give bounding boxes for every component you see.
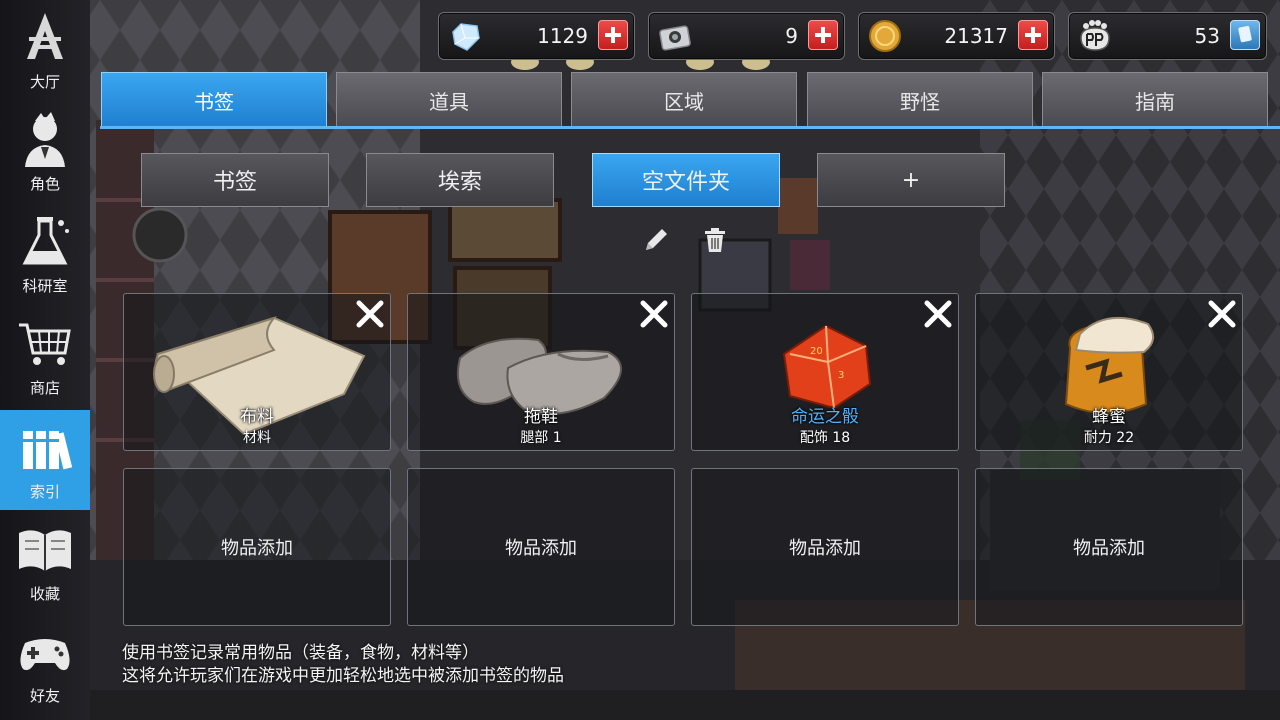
card-icon xyxy=(1238,25,1252,43)
gold-coin-icon xyxy=(869,20,901,52)
folder-bookmarks[interactable]: 书签 xyxy=(141,153,329,207)
nav-label: 索引 xyxy=(29,483,60,501)
crystal-icon xyxy=(452,23,480,51)
ticket-icon xyxy=(659,25,691,51)
nav-label: 角色 xyxy=(29,175,60,193)
remove-item-icon[interactable] xyxy=(922,298,954,330)
side-navigation: 大厅 角色 科研室 商店 索引 收藏 好友 xyxy=(0,0,90,720)
character-icon xyxy=(25,112,65,167)
tab-items[interactable]: 道具 xyxy=(336,72,562,128)
tab-bookmarks[interactable]: 书签 xyxy=(101,72,327,128)
item-card-slippers[interactable]: 拖鞋 腿部 1 xyxy=(407,293,675,451)
item-name: 命运之骰 xyxy=(791,407,859,427)
add-item-slot[interactable]: 物品添加 xyxy=(975,468,1243,626)
add-item-slot[interactable]: 物品添加 xyxy=(407,468,675,626)
bp-count: 53 xyxy=(1194,24,1220,48)
hint-line-2: 这将允许玩家们在游戏中更加轻松地选中被添加书签的物品 xyxy=(122,666,564,686)
lobby-logo-icon xyxy=(27,13,63,59)
item-name: 拖鞋 xyxy=(524,407,558,427)
item-card-fate-dice[interactable]: 20 3 命运之骰 配饰 18 xyxy=(691,293,959,451)
nav-label: 好友 xyxy=(29,687,60,705)
nav-item-lobby[interactable]: 大厅 xyxy=(0,0,90,100)
currency-gold: 21317 xyxy=(858,12,1055,60)
item-name: 布料 xyxy=(240,407,274,427)
item-category: 材料 xyxy=(243,430,271,446)
svg-text:3: 3 xyxy=(838,370,844,381)
item-card-cloth[interactable]: 布料 材料 xyxy=(123,293,391,451)
add-item-slot[interactable]: 物品添加 xyxy=(123,468,391,626)
books-icon xyxy=(23,431,73,470)
bp-paw-icon xyxy=(1080,20,1110,51)
tab-monsters[interactable]: 野怪 xyxy=(807,72,1033,128)
bp-card-button[interactable] xyxy=(1230,20,1260,50)
cart-icon xyxy=(19,323,71,365)
nav-item-index[interactable]: 索引 xyxy=(0,410,90,510)
svg-text:20: 20 xyxy=(810,346,823,357)
nav-item-shop[interactable]: 商店 xyxy=(0,306,90,406)
nav-label: 科研室 xyxy=(22,277,68,295)
tab-areas[interactable]: 区域 xyxy=(571,72,797,128)
add-gold-button[interactable] xyxy=(1018,20,1048,50)
item-card-honey[interactable]: 蜂蜜 耐力 22 xyxy=(975,293,1243,451)
nav-item-character[interactable]: 角色 xyxy=(0,102,90,202)
bookmark-hint: 使用书签记录常用物品（装备，食物，材料等） 这将允许玩家们在游戏中更加轻松地选中… xyxy=(122,642,564,688)
open-book-icon xyxy=(19,530,71,571)
nav-item-collection[interactable]: 收藏 xyxy=(0,512,90,612)
nav-label: 大厅 xyxy=(29,73,60,91)
trash-icon[interactable] xyxy=(699,224,731,256)
flask-icon xyxy=(22,217,69,265)
remove-item-icon[interactable] xyxy=(638,298,670,330)
ticket-count: 9 xyxy=(785,24,798,48)
edit-pencil-icon[interactable] xyxy=(640,224,672,256)
currency-ticket: 9 xyxy=(648,12,845,60)
nav-item-lab[interactable]: 科研室 xyxy=(0,204,90,304)
folder-aisuo[interactable]: 埃索 xyxy=(366,153,554,207)
add-ticket-button[interactable] xyxy=(808,20,838,50)
remove-item-icon[interactable] xyxy=(1206,298,1238,330)
nav-item-friends[interactable]: 好友 xyxy=(0,614,90,714)
add-crystal-button[interactable] xyxy=(598,20,628,50)
folder-empty[interactable]: 空文件夹 xyxy=(592,153,780,207)
currency-bp: 53 xyxy=(1068,12,1267,60)
item-category: 配饰 18 xyxy=(799,430,851,446)
add-folder-button[interactable]: + xyxy=(817,153,1005,207)
item-category: 腿部 1 xyxy=(520,430,562,446)
add-item-slot[interactable]: 物品添加 xyxy=(691,468,959,626)
gold-count: 21317 xyxy=(944,24,1008,48)
item-name: 蜂蜜 xyxy=(1092,407,1126,427)
nav-label: 商店 xyxy=(29,379,60,397)
currency-crystal: 1129 xyxy=(438,12,635,60)
gamepad-icon xyxy=(20,639,70,671)
crystal-count: 1129 xyxy=(537,24,588,48)
item-category: 耐力 22 xyxy=(1083,430,1135,446)
remove-item-icon[interactable] xyxy=(354,298,386,330)
nav-label: 收藏 xyxy=(29,585,60,603)
tab-guide[interactable]: 指南 xyxy=(1042,72,1268,128)
tab-underline xyxy=(100,126,1280,129)
hint-line-1: 使用书签记录常用物品（装备，食物，材料等） xyxy=(122,643,479,663)
